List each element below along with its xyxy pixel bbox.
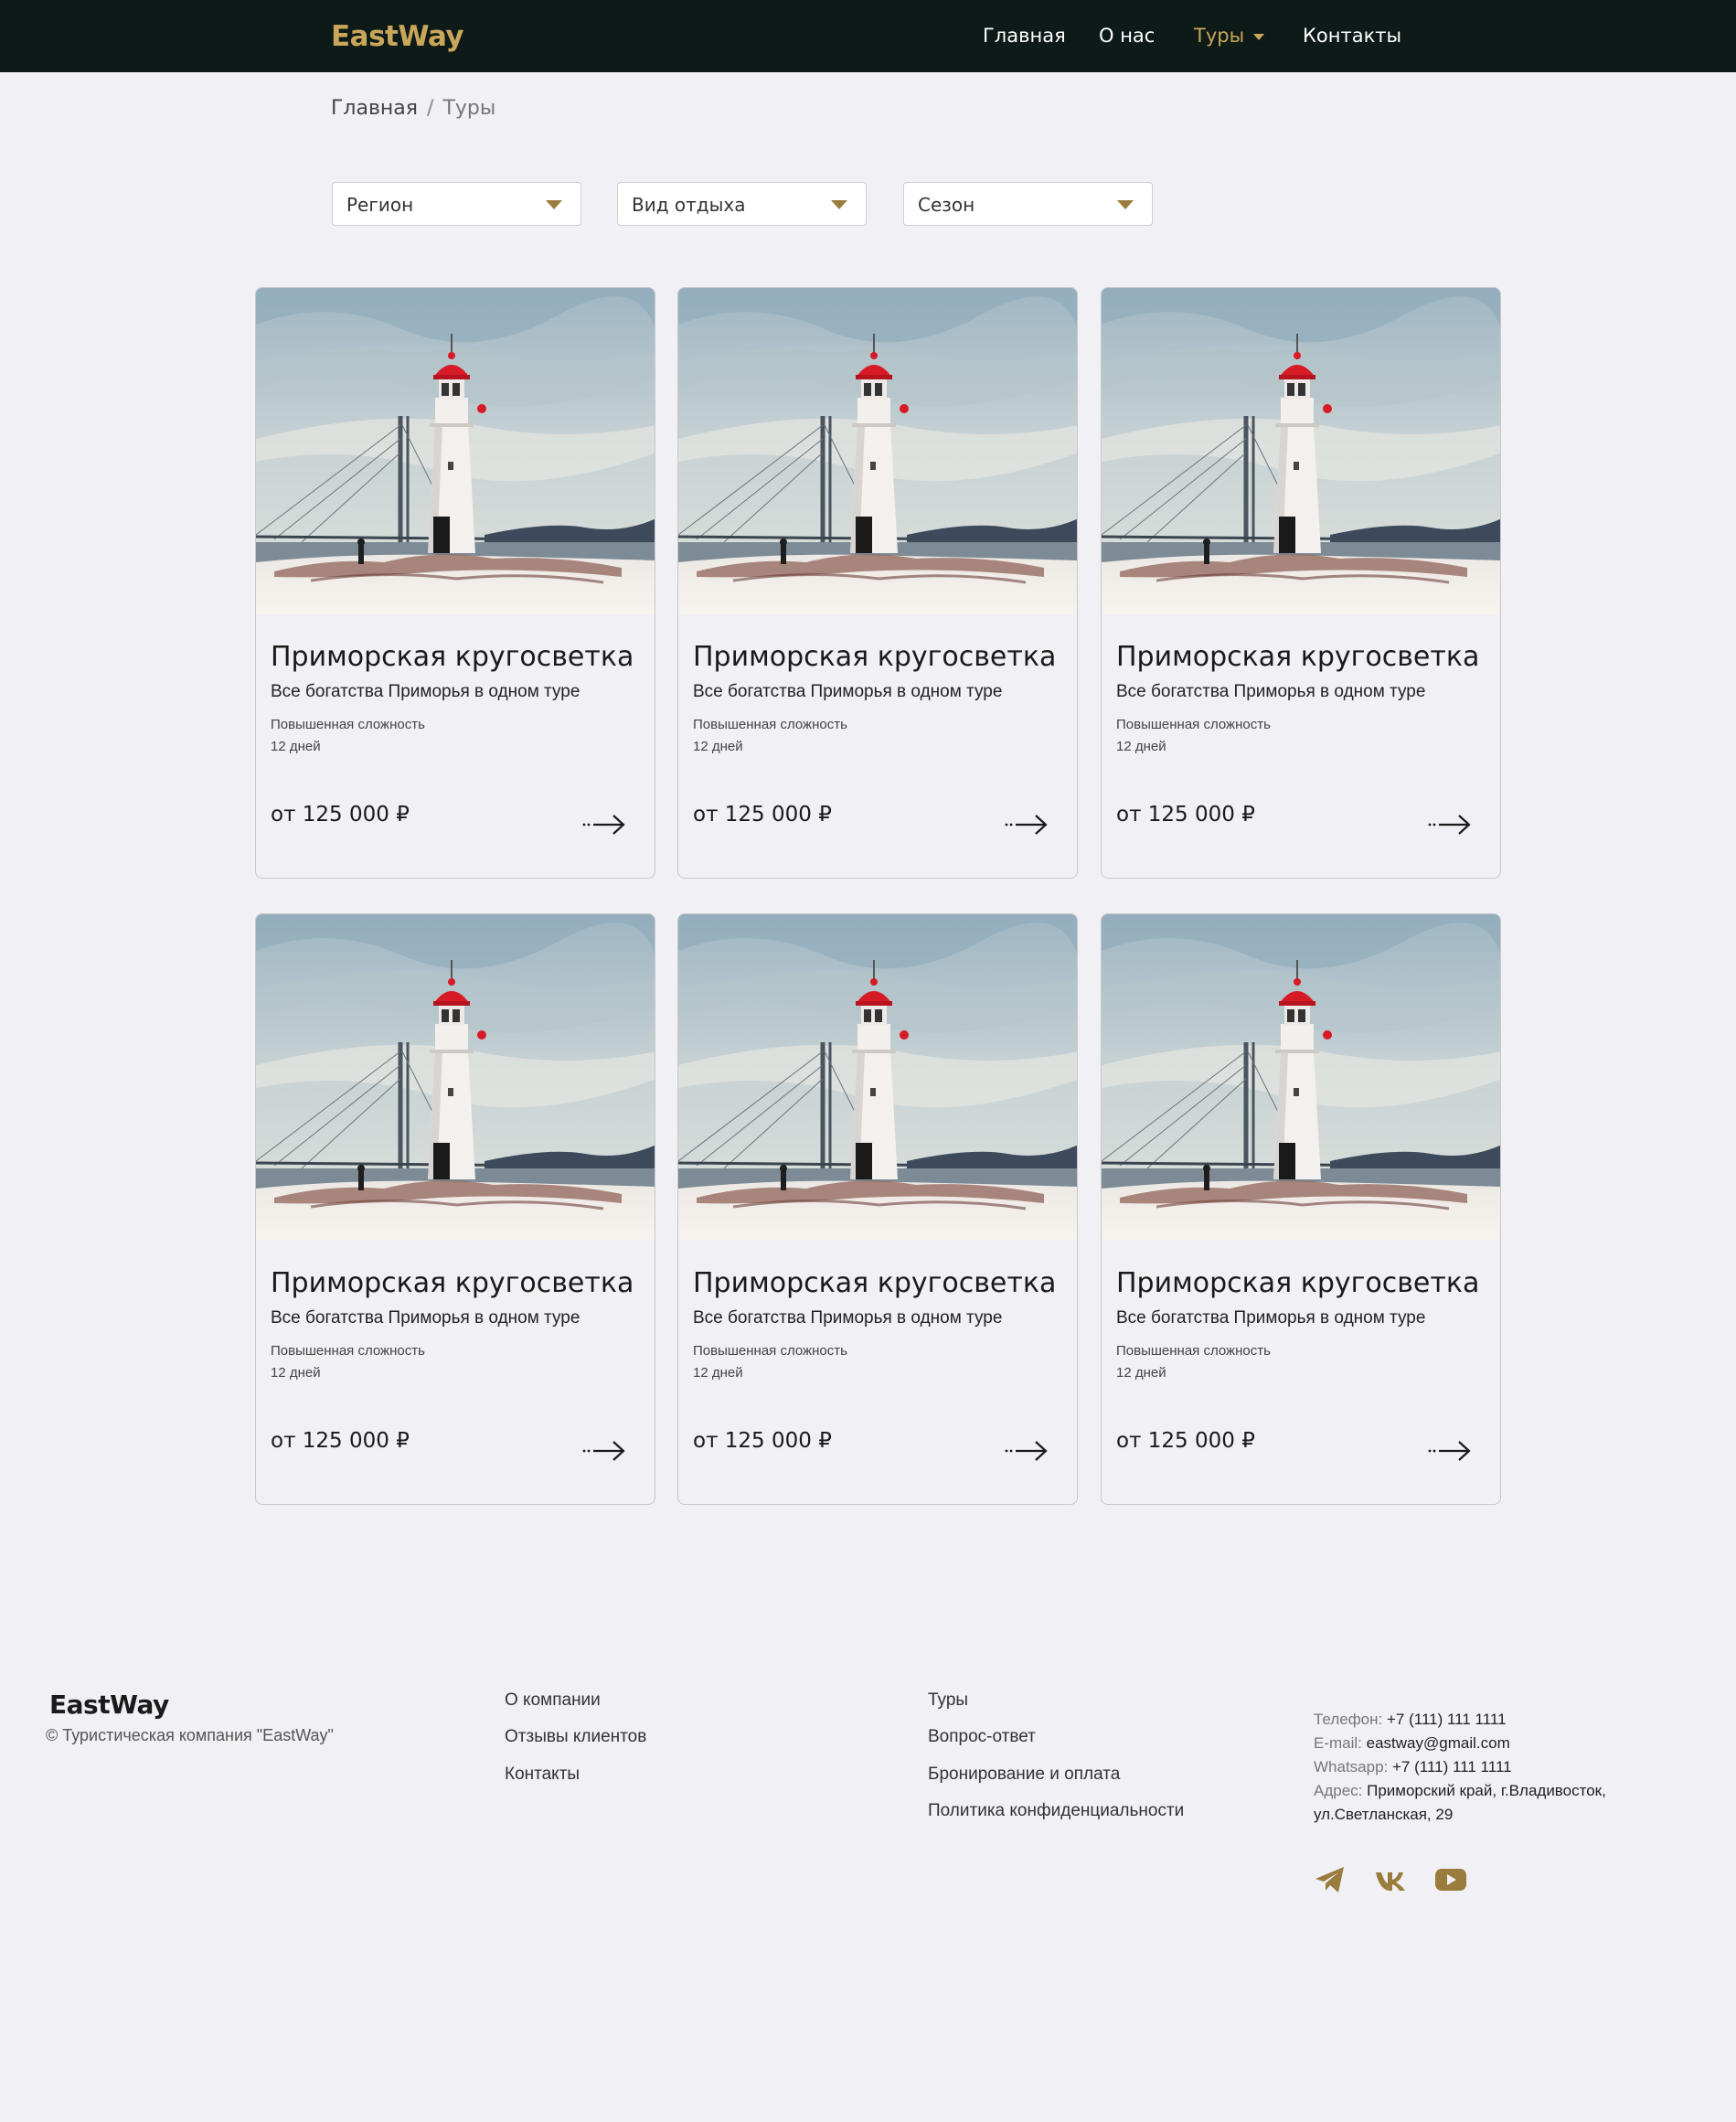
tour-subtitle: Все богатства Приморья в одном туре (271, 1308, 580, 1328)
vk-icon[interactable] (1374, 1863, 1407, 1896)
tour-subtitle: Все богатства Приморья в одном туре (1116, 682, 1426, 701)
chevron-down-icon (1117, 200, 1134, 209)
tour-duration: 12 дней (271, 1365, 321, 1381)
tour-difficulty: Повышенная сложность (693, 717, 847, 732)
site-logo[interactable]: EastWay (331, 20, 464, 53)
tour-difficulty: Повышенная сложность (1116, 717, 1271, 732)
caret-down-icon (1253, 33, 1265, 40)
tour-title: Приморская кругосветка (271, 641, 634, 673)
tour-subtitle: Все богатства Приморья в одном туре (693, 682, 1003, 701)
footer-link-reviews[interactable]: Отзывы клиентов (505, 1727, 646, 1747)
tour-difficulty: Повышенная сложность (271, 1343, 425, 1359)
arrow-right-icon[interactable] (1005, 1437, 1049, 1465)
tour-image (1102, 914, 1501, 1241)
footer-link-faq[interactable]: Вопрос-ответ (928, 1727, 1036, 1747)
arrow-right-icon[interactable] (1428, 1437, 1472, 1465)
tour-card[interactable]: Приморская кругосветка Все богатства При… (677, 913, 1078, 1505)
footer-copyright: © Туристическая компания "EastWay" (46, 1726, 334, 1744)
tour-difficulty: Повышенная сложность (271, 717, 425, 732)
top-navbar: EastWay Главная О нас Туры Контакты (0, 0, 1736, 72)
tour-subtitle: Все богатства Приморья в одном туре (1116, 1308, 1426, 1328)
chevron-down-icon (831, 200, 847, 209)
season-filter-label: Сезон (918, 194, 975, 216)
tour-card[interactable]: Приморская кругосветка Все богатства При… (677, 287, 1078, 879)
footer-address-line1: Приморский край, г.Владивосток, (1367, 1782, 1606, 1799)
tour-difficulty: Повышенная сложность (1116, 1343, 1271, 1359)
tour-image (256, 288, 655, 614)
footer-email-label: E-mail: (1314, 1734, 1362, 1752)
tour-card[interactable]: Приморская кругосветка Все богатства При… (255, 287, 655, 879)
tour-image (678, 914, 1078, 1241)
tour-price: от 125 000 ₽ (693, 1429, 832, 1453)
footer-phone-label: Телефон: (1314, 1711, 1383, 1728)
tour-title: Приморская кругосветка (1116, 1267, 1480, 1299)
tour-title: Приморская кругосветка (693, 1267, 1057, 1299)
footer-link-contacts[interactable]: Контакты (505, 1765, 580, 1785)
tour-title: Приморская кругосветка (1116, 641, 1480, 673)
tour-duration: 12 дней (271, 739, 321, 754)
tour-price: от 125 000 ₽ (271, 1429, 410, 1453)
tour-price: от 125 000 ₽ (1116, 803, 1255, 826)
footer-address: Адрес: Приморский край, г.Владивосток, (1314, 1782, 1606, 1800)
tour-title: Приморская кругосветка (271, 1267, 634, 1299)
tour-card[interactable]: Приморская кругосветка Все богатства При… (1101, 913, 1501, 1505)
footer-whatsapp-label: Whatsapp: (1314, 1758, 1389, 1775)
footer-address-line2: ул.Светланская, 29 (1314, 1806, 1454, 1823)
footer-link-tours[interactable]: Туры (928, 1690, 968, 1711)
footer-link-booking[interactable]: Бронирование и оплата (928, 1765, 1120, 1785)
tour-price: от 125 000 ₽ (271, 803, 410, 826)
footer-address-label: Адрес: (1314, 1782, 1363, 1799)
breadcrumb-separator: / (427, 97, 434, 120)
arrow-right-icon[interactable] (1428, 811, 1472, 838)
footer-whatsapp-value[interactable]: +7 (111) 111 1111 (1392, 1758, 1512, 1775)
breadcrumb-home[interactable]: Главная (331, 97, 418, 120)
footer-email-value[interactable]: eastway@gmail.com (1367, 1734, 1510, 1752)
footer-link-about-company[interactable]: О компании (505, 1690, 601, 1711)
telegram-icon[interactable] (1314, 1863, 1347, 1896)
tour-image (256, 914, 655, 1241)
arrow-right-icon[interactable] (1005, 811, 1049, 838)
footer-email: E-mail: eastway@gmail.com (1314, 1734, 1510, 1753)
tour-image (678, 288, 1078, 614)
nav-tours-dropdown[interactable]: Туры (1194, 25, 1265, 47)
nav-home[interactable]: Главная (983, 25, 1066, 47)
tour-subtitle: Все богатства Приморья в одном туре (271, 682, 580, 701)
tour-subtitle: Все богатства Приморья в одном туре (693, 1308, 1003, 1328)
footer-link-privacy[interactable]: Политика конфиденциальности (928, 1801, 1184, 1821)
tour-price: от 125 000 ₽ (693, 803, 832, 826)
tour-duration: 12 дней (693, 739, 743, 754)
region-filter-label: Регион (346, 194, 414, 216)
tour-duration: 12 дней (1116, 739, 1166, 754)
nav-about[interactable]: О нас (1099, 25, 1155, 47)
footer-phone: Телефон: +7 (111) 111 1111 (1314, 1711, 1507, 1729)
nav-tours-label: Туры (1194, 25, 1245, 47)
region-filter[interactable]: Регион (332, 182, 581, 226)
tour-title: Приморская кругосветка (693, 641, 1057, 673)
tour-duration: 12 дней (1116, 1365, 1166, 1381)
tour-card[interactable]: Приморская кругосветка Все богатства При… (1101, 287, 1501, 879)
breadcrumb: Главная / Туры (331, 97, 495, 120)
tour-duration: 12 дней (693, 1365, 743, 1381)
tour-difficulty: Повышенная сложность (693, 1343, 847, 1359)
activity-type-filter-label: Вид отдыха (632, 194, 746, 216)
youtube-icon[interactable] (1434, 1863, 1467, 1896)
activity-type-filter[interactable]: Вид отдыха (617, 182, 867, 226)
season-filter[interactable]: Сезон (903, 182, 1153, 226)
chevron-down-icon (546, 200, 562, 209)
tour-price: от 125 000 ₽ (1116, 1429, 1255, 1453)
breadcrumb-current: Туры (442, 97, 496, 120)
footer-address-continued: ул.Светланская, 29 (1314, 1806, 1453, 1824)
nav-contacts[interactable]: Контакты (1303, 25, 1401, 47)
footer-phone-value[interactable]: +7 (111) 111 1111 (1387, 1711, 1507, 1728)
footer-logo[interactable]: EastWay (49, 1690, 169, 1720)
arrow-right-icon[interactable] (582, 811, 626, 838)
tour-card[interactable]: Приморская кругосветка Все богатства При… (255, 913, 655, 1505)
arrow-right-icon[interactable] (582, 1437, 626, 1465)
tour-image (1102, 288, 1501, 614)
footer-whatsapp: Whatsapp: +7 (111) 111 1111 (1314, 1758, 1512, 1776)
